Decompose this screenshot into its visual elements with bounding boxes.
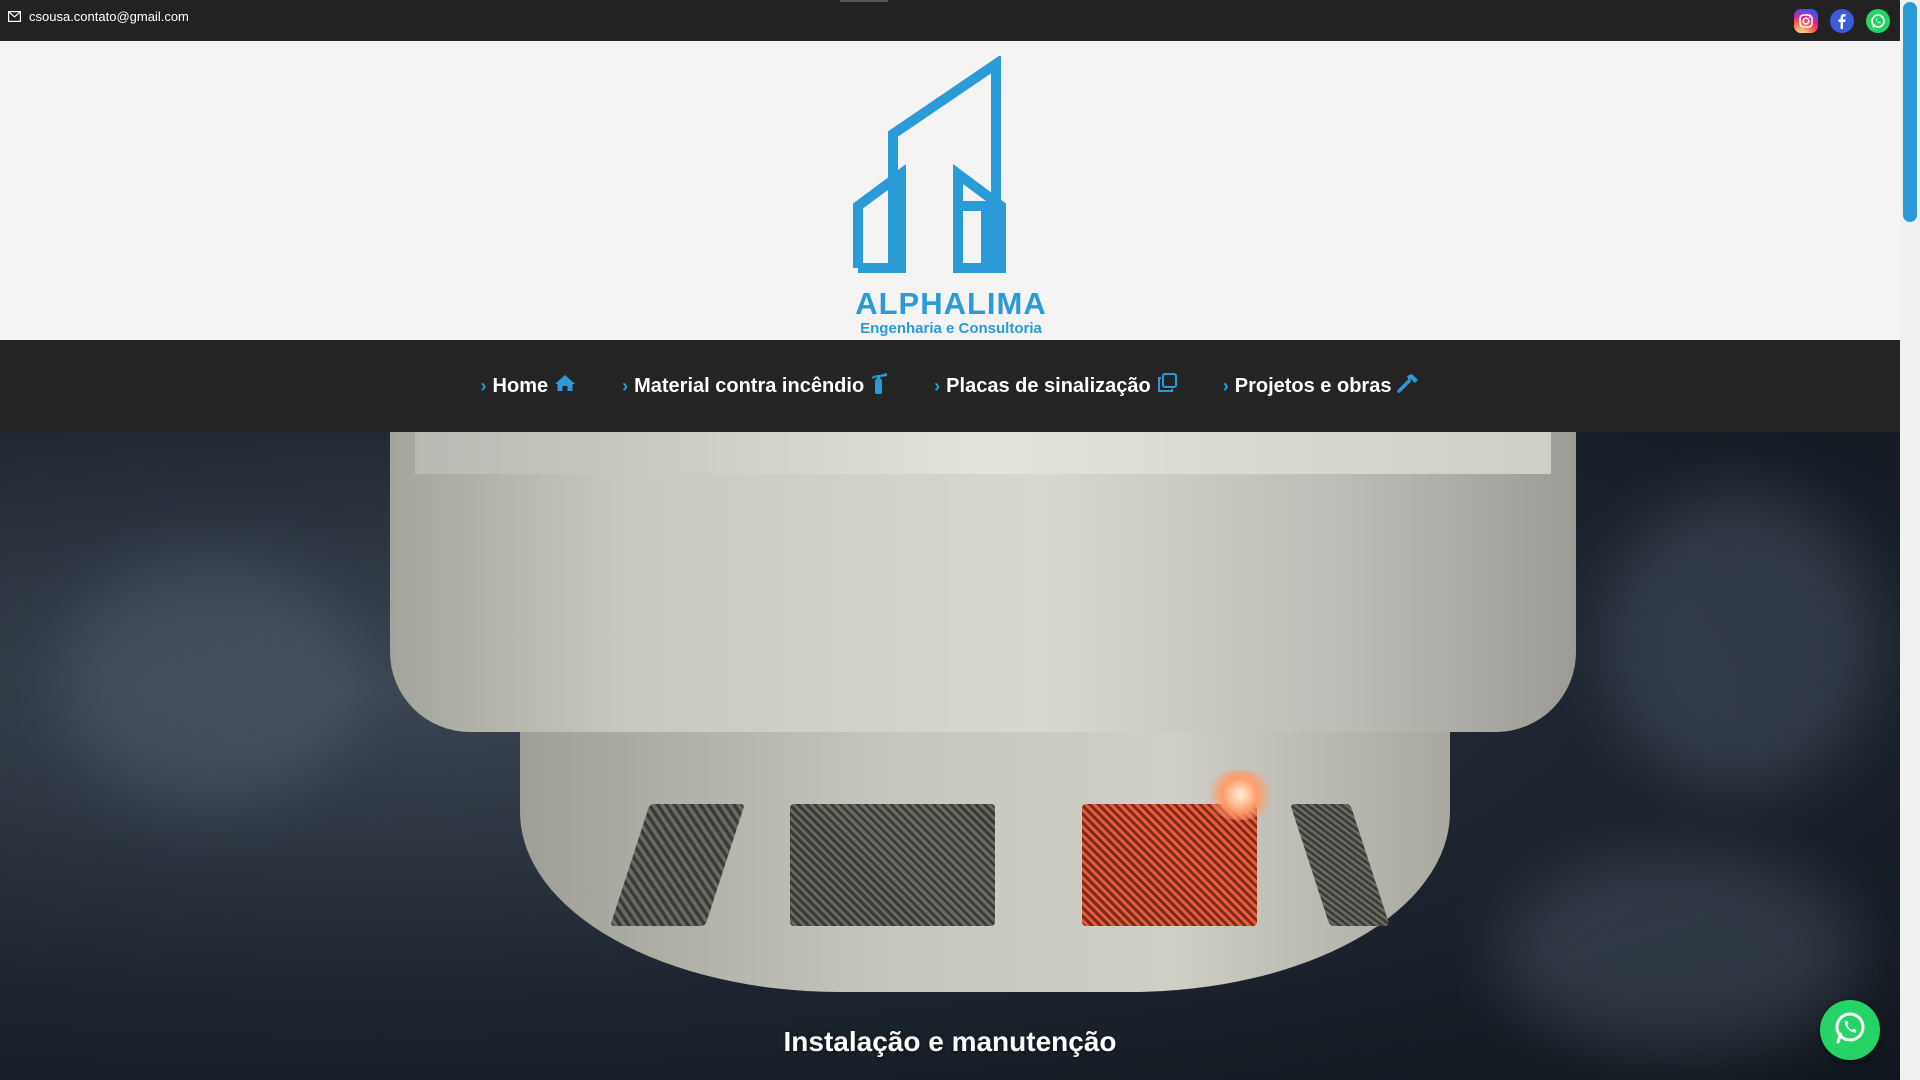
nav-item-projetos[interactable]: › Projetos e obras — [1223, 373, 1420, 399]
logo-name: ALPHALIMA — [855, 286, 1047, 321]
hero-banner: Instalação e manutenção — [0, 432, 1900, 1080]
clone-icon — [1157, 373, 1177, 399]
hero-title: Instalação e manutenção — [783, 1026, 1117, 1057]
envelope-icon — [8, 11, 21, 22]
whatsapp-icon[interactable] — [1866, 9, 1890, 33]
whatsapp-icon — [1831, 1009, 1869, 1052]
logo[interactable]: ALPHALIMA Engenharia e Consultoria — [846, 56, 1056, 337]
scrollbar-thumb[interactable] — [1903, 2, 1917, 222]
site-header: ALPHALIMA Engenharia e Consultoria — [0, 41, 1900, 340]
led-glow — [1205, 770, 1275, 820]
detector-vent-lit — [1082, 804, 1257, 926]
nav-item-label: Home — [492, 374, 549, 397]
nav-item-home[interactable]: › Home — [481, 374, 577, 398]
email-text: csousa.contato@gmail.com — [29, 9, 189, 24]
smoke-decor — [60, 552, 360, 812]
instagram-icon[interactable] — [1794, 9, 1818, 33]
scrollbar[interactable] — [1900, 0, 1920, 1080]
nav-item-label: Projetos e obras — [1234, 374, 1392, 397]
logo-subtitle: Engenharia e Consultoria — [860, 320, 1042, 337]
smoke-decor — [1600, 492, 1880, 792]
smoke-detector-cap — [415, 432, 1551, 474]
email-contact[interactable]: csousa.contato@gmail.com — [8, 9, 189, 24]
main-nav: › Home › Material contra incêndio › Plac… — [0, 340, 1900, 432]
chevron-right-icon: › — [934, 375, 941, 396]
tab-marker — [840, 0, 888, 2]
building-logo-icon — [853, 56, 1006, 273]
nav-item-label: Material contra incêndio — [634, 374, 865, 397]
fire-extinguisher-icon — [870, 372, 888, 400]
nav-item-label: Placas de sinalização — [946, 374, 1151, 397]
chevron-right-icon: › — [480, 375, 487, 396]
chevron-right-icon: › — [1222, 375, 1229, 396]
whatsapp-float-button[interactable] — [1820, 1000, 1880, 1060]
page: csousa.contato@gmail.com ALPHALIMA Engen… — [0, 0, 1900, 1080]
detector-vent — [790, 804, 995, 926]
hammer-icon — [1397, 373, 1419, 399]
smoke-decor — [1500, 852, 1860, 1052]
nav-item-material[interactable]: › Material contra incêndio — [622, 372, 888, 400]
chevron-right-icon: › — [622, 375, 629, 396]
facebook-icon[interactable] — [1830, 9, 1854, 33]
social-links — [1794, 9, 1890, 33]
home-icon — [554, 374, 576, 398]
nav-item-placas[interactable]: › Placas de sinalização — [934, 373, 1177, 399]
smoke-detector-image — [390, 432, 1576, 732]
top-bar: csousa.contato@gmail.com — [0, 0, 1900, 41]
